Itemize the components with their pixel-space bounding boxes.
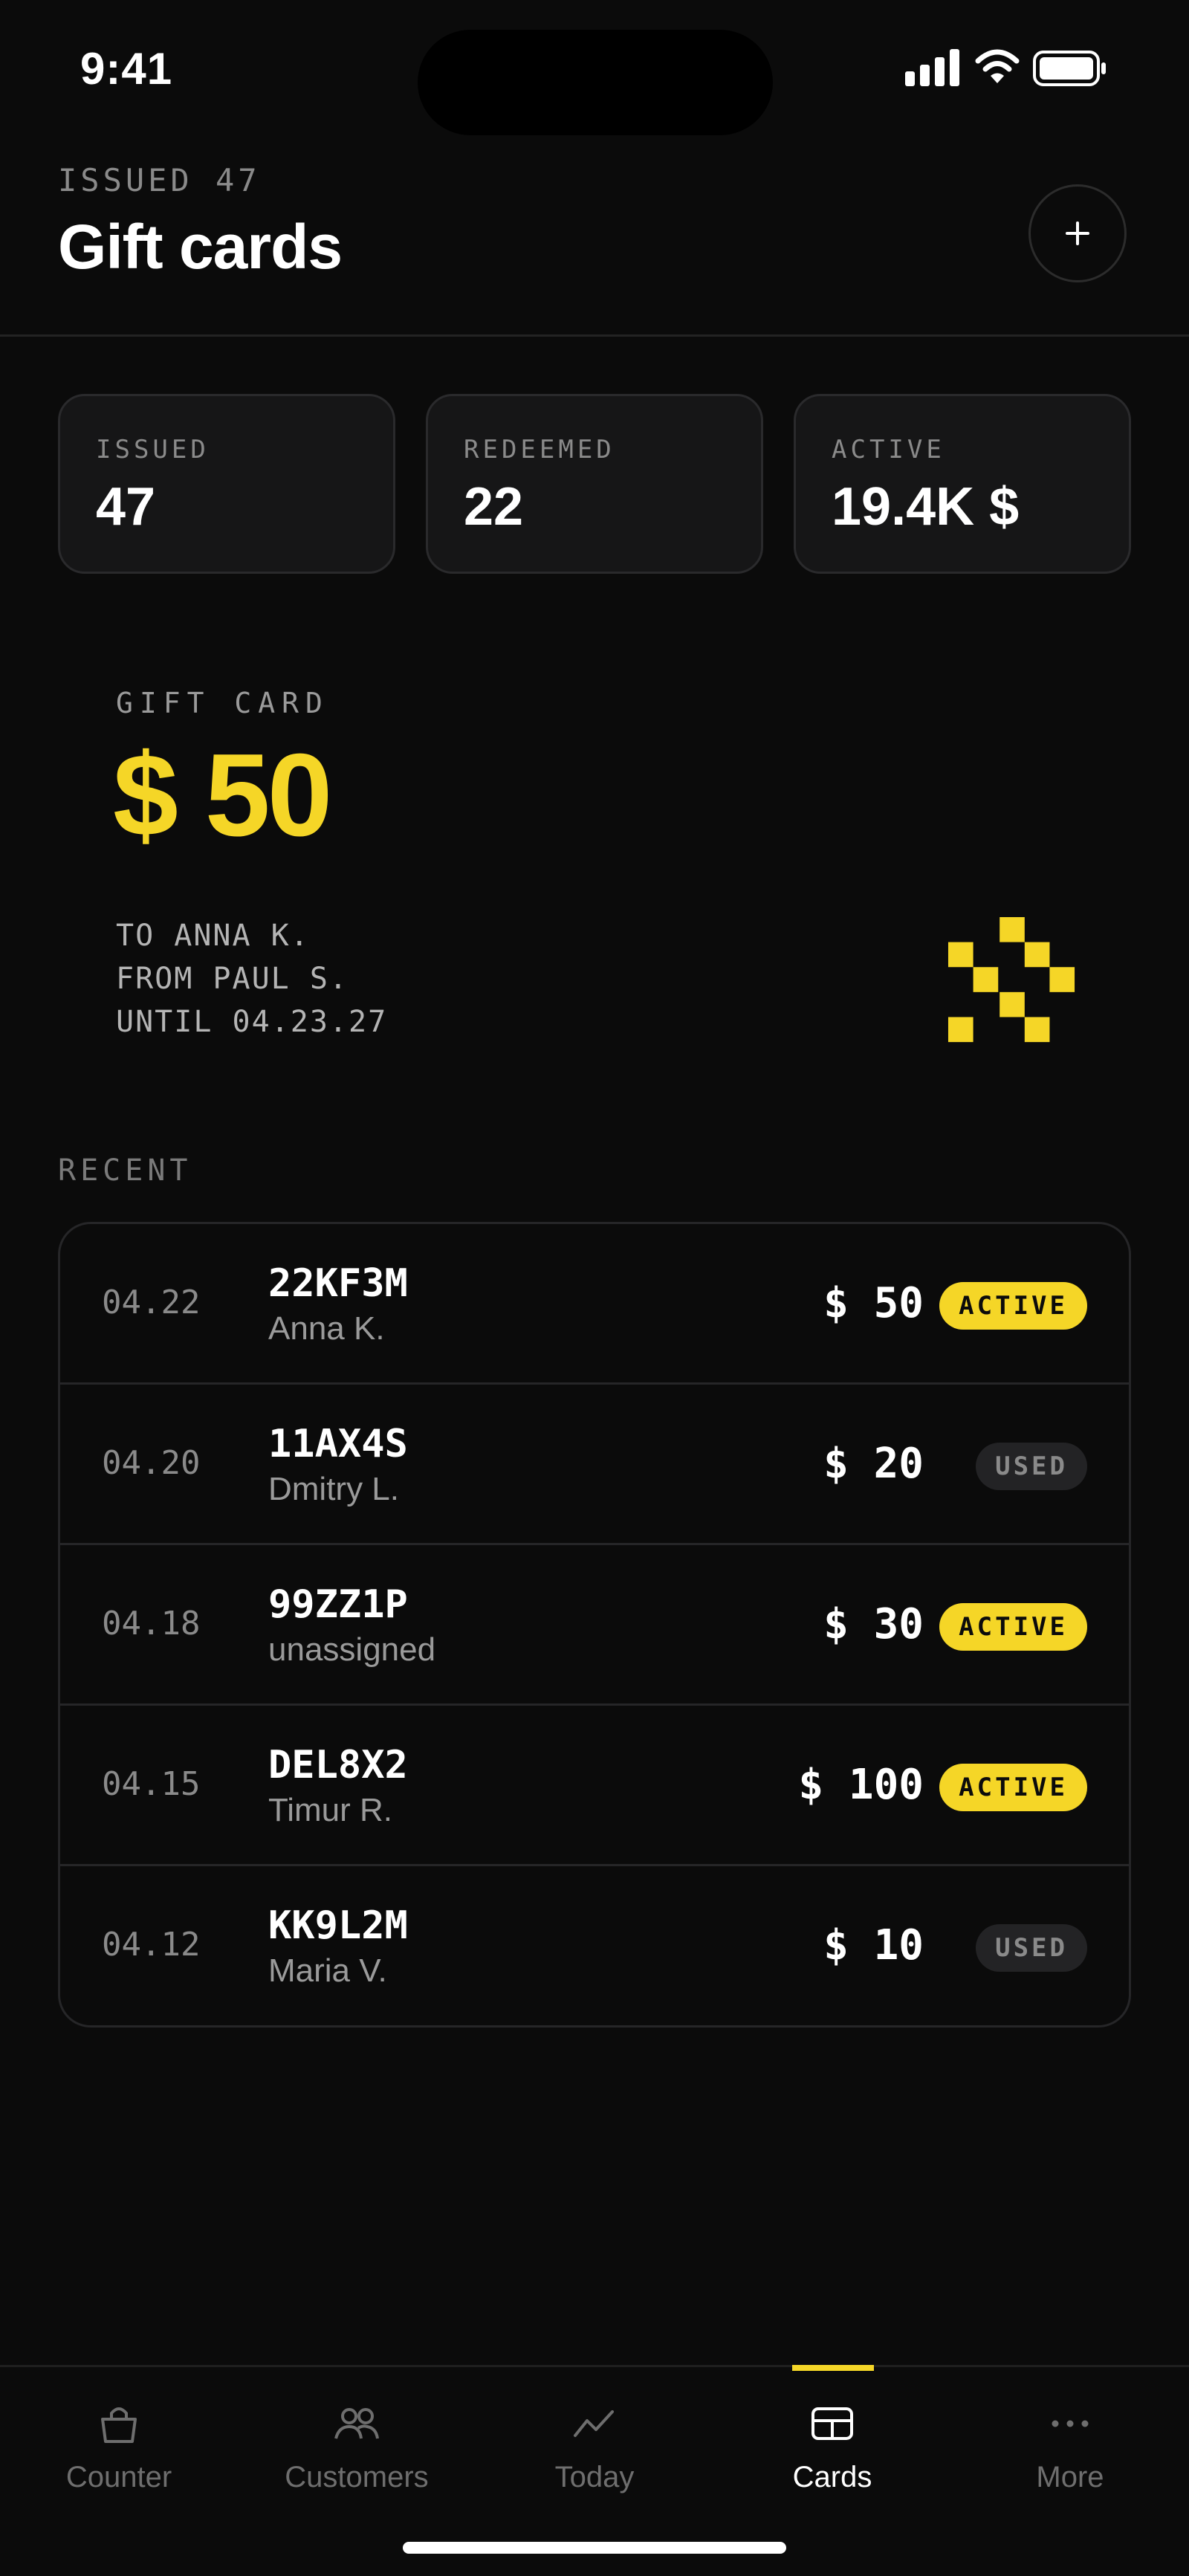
tab-label: More	[1036, 2461, 1104, 2494]
page-title: Gift cards	[58, 212, 343, 282]
gift-card-label: GIFT CARD	[116, 687, 329, 719]
issued-count-label: ISSUED 47	[58, 162, 261, 198]
card-code: 99ZZ1P	[268, 1582, 408, 1627]
card-amount: $ 50	[823, 1279, 924, 1327]
card-row[interactable]: 04.18 99ZZ1P unassigned $ 30 ACTIVE	[60, 1545, 1129, 1706]
status-badge: ACTIVE	[939, 1282, 1087, 1330]
basket-icon	[101, 2407, 137, 2443]
card-holder: unassigned	[268, 1631, 436, 1668]
status-bar: 9:41	[0, 0, 1189, 141]
card-code: KK9L2M	[268, 1903, 408, 1948]
card-amount: $ 30	[823, 1600, 924, 1648]
stat-value: 19.4K $	[832, 477, 1020, 537]
status-badge: ACTIVE	[939, 1764, 1087, 1811]
add-card-button[interactable]	[1028, 184, 1127, 282]
battery-icon	[1033, 51, 1106, 86]
tab-counter[interactable]: Counter	[0, 2367, 238, 2538]
tab-label: Customers	[285, 2461, 429, 2494]
card-amount: $ 100	[798, 1761, 924, 1809]
gift-card-expiry: UNTIL 04.23.27	[116, 1005, 388, 1039]
card-holder: Maria V.	[268, 1952, 387, 1989]
status-badge: USED	[976, 1443, 1087, 1490]
home-indicator[interactable]	[403, 2542, 786, 2554]
card-row[interactable]: 04.12 KK9L2M Maria V. $ 10 USED	[60, 1866, 1129, 2025]
card-date: 04.12	[102, 1926, 201, 1964]
card-holder: Anna K.	[268, 1310, 385, 1347]
status-badge: USED	[976, 1924, 1087, 1972]
card-date: 04.18	[102, 1605, 201, 1643]
card-date: 04.15	[102, 1765, 201, 1803]
card-icon	[811, 2407, 853, 2440]
card-date: 04.20	[102, 1444, 201, 1482]
card-amount: $ 10	[823, 1921, 924, 1970]
stat-label: ISSUED	[96, 435, 210, 465]
card-holder: Dmitry L.	[268, 1471, 399, 1507]
stat-label: ACTIVE	[832, 435, 945, 465]
gift-card-preview[interactable]: GIFT CARD $ 50 TO ANNA K. FROM PAUL S. U…	[58, 654, 1131, 1070]
header: ISSUED 47 Gift cards	[0, 141, 1189, 337]
wifi-icon	[975, 49, 1020, 83]
tab-more[interactable]: More	[951, 2367, 1189, 2538]
dynamic-island	[418, 30, 773, 135]
card-date: 04.22	[102, 1284, 201, 1321]
card-code: 22KF3M	[268, 1261, 408, 1306]
stat-active: ACTIVE 19.4K $	[794, 394, 1131, 574]
stat-value: 47	[96, 477, 156, 537]
card-amount: $ 20	[823, 1440, 924, 1488]
stat-label: REDEEMED	[464, 435, 615, 465]
card-row[interactable]: 04.20 11AX4S Dmitry L. $ 20 USED	[60, 1385, 1129, 1545]
plus-icon	[1066, 221, 1089, 245]
more-icon	[1052, 2420, 1089, 2427]
pixel-pattern-icon	[947, 916, 1075, 1043]
stat-issued: ISSUED 47	[58, 394, 395, 574]
tab-label: Cards	[792, 2461, 872, 2494]
tab-today[interactable]: Today	[476, 2367, 713, 2538]
tab-customers[interactable]: Customers	[238, 2367, 476, 2538]
card-holder: Timur R.	[268, 1792, 393, 1828]
users-icon	[334, 2408, 379, 2439]
gift-card-sender: FROM PAUL S.	[116, 962, 349, 996]
recent-section-label: RECENT	[58, 1153, 192, 1188]
status-badge: ACTIVE	[939, 1603, 1087, 1651]
trend-icon	[574, 2410, 614, 2437]
card-code: DEL8X2	[268, 1743, 408, 1787]
tab-label: Counter	[65, 2461, 172, 2494]
stat-value: 22	[464, 477, 524, 537]
card-row[interactable]: 04.22 22KF3M Anna K. $ 50 ACTIVE	[60, 1224, 1129, 1385]
stat-redeemed: REDEEMED 22	[426, 394, 763, 574]
card-row[interactable]: 04.15 DEL8X2 Timur R. $ 100 ACTIVE	[60, 1706, 1129, 1866]
signal-icon	[905, 49, 959, 86]
gift-card-recipient: TO ANNA K.	[116, 919, 310, 953]
recent-cards-list: 04.22 22KF3M Anna K. $ 50 ACTIVE 04.20 1…	[58, 1222, 1131, 2028]
gift-card-amount: $ 50	[113, 730, 333, 861]
status-time: 9:41	[80, 44, 173, 94]
tab-cards[interactable]: Cards	[713, 2367, 951, 2538]
card-code: 11AX4S	[268, 1422, 408, 1466]
tab-label: Today	[554, 2461, 635, 2494]
